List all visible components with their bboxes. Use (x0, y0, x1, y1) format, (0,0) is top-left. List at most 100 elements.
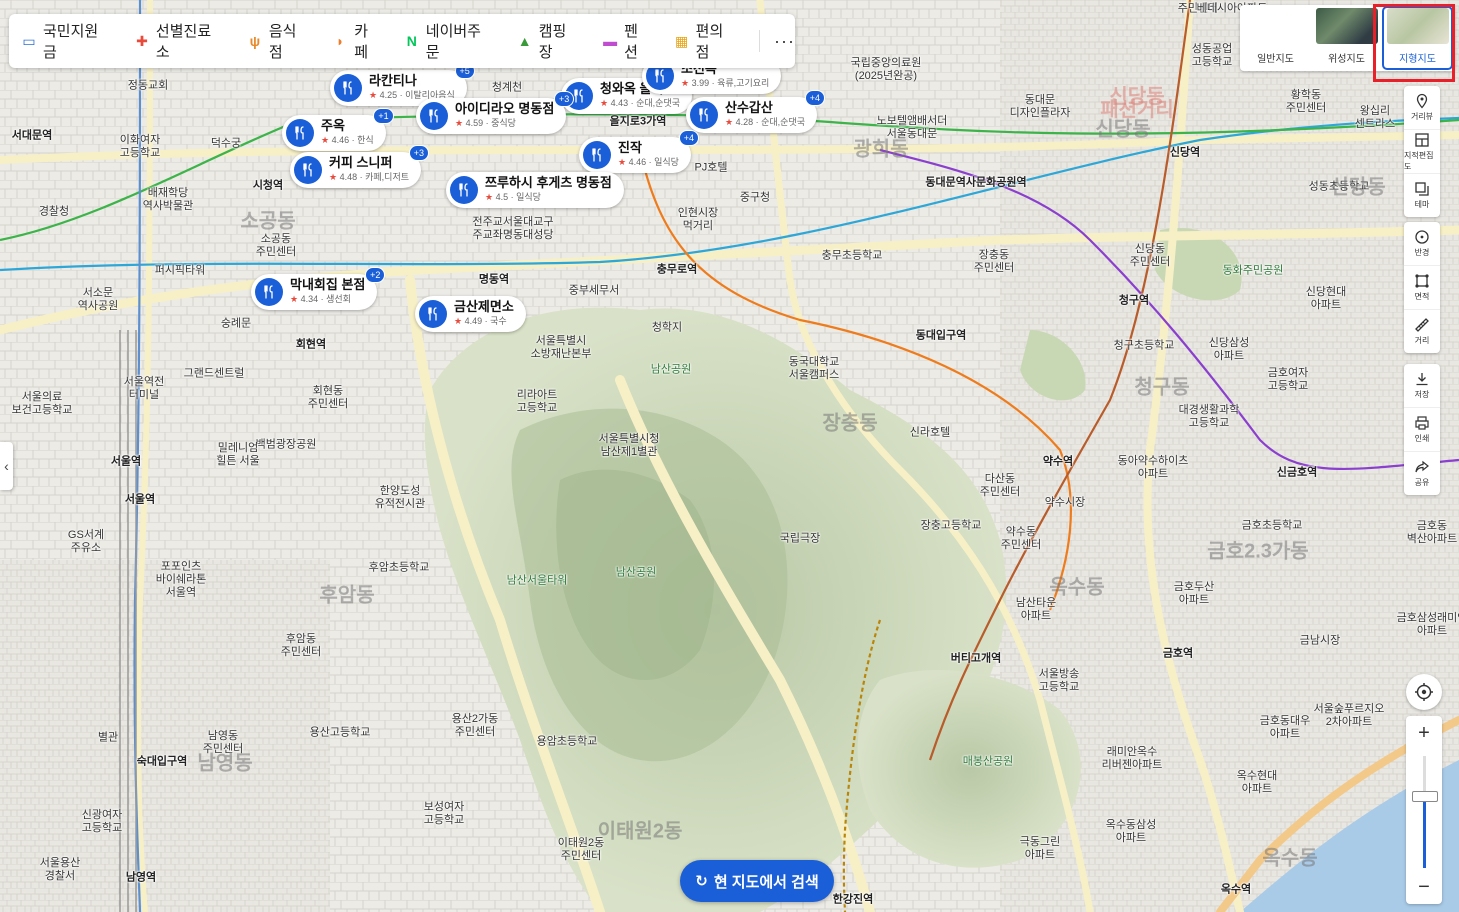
print-button[interactable]: 인쇄 (1404, 408, 1440, 452)
map-label-myeongdong[interactable]: 명동역 (479, 274, 509, 287)
zoom-out-button[interactable]: − (1406, 870, 1442, 904)
map-label-millennium: 밀레니엄 힐튼 서울 (216, 442, 260, 467)
category-medical-pin[interactable]: ✚ 선별진료소 (134, 20, 225, 62)
map-label-dongdaeipgu[interactable]: 동대입구역 (916, 330, 967, 343)
chevron-left-icon: ‹ (4, 458, 9, 474)
map-label-geumho-dusan: 금호두산 아파트 (1173, 581, 1215, 606)
area-button[interactable]: 면적 (1404, 266, 1440, 310)
map-label-namyeong[interactable]: 남영역 (126, 872, 156, 885)
restaurant-marker[interactable]: 산수갑산 ★ 4.28 · 순대,순댓국 +4 (686, 90, 826, 133)
star-icon: ★ (329, 172, 338, 182)
map-label-sinkeumho[interactable]: 신금호역 (1277, 467, 1317, 480)
restaurant-marker[interactable]: 금산제면소 ★ 4.49 · 국수 (415, 296, 526, 332)
tent-icon: ▲ (517, 33, 532, 49)
map-label-geumho[interactable]: 금호역 (1163, 648, 1193, 661)
category-coffee-cup[interactable]: ◗ 카페 (332, 20, 382, 62)
map-label-geumho-daewoo: 금호동대우 아파트 (1259, 715, 1311, 740)
map-label-ddp-station[interactable]: 동대문역사문화공원역 (925, 177, 1026, 190)
map-type-label: 일반지도 (1257, 54, 1294, 65)
restaurant-rating: ★ 4.5 · 일식당 (485, 192, 541, 202)
radius-button[interactable]: 반경 (1404, 222, 1440, 266)
category-store[interactable]: ▦ 편의점 (674, 20, 737, 62)
download-icon (1416, 373, 1428, 386)
map-label-yongsan-hs: 용산고등학교 (309, 726, 371, 739)
map-label-geumho-elem: 금호초등학교 (1241, 519, 1303, 532)
panel-toggle-button[interactable]: ‹ (0, 442, 13, 490)
category-label: 국민지원금 (42, 23, 99, 61)
toolbar-label: 지적편집도 (1404, 150, 1434, 171)
restaurant-marker[interactable]: 막내회집 본점 ★ 4.34 · 생선회 +2 (251, 267, 386, 310)
category-wallet[interactable]: ▭ 국민지원금 (21, 20, 112, 62)
map-label-itaewon: 이태원2동 (597, 820, 683, 843)
restaurant-marker[interactable]: 쯔루하시 후게츠 명동점 ★ 4.5 · 일식당 (446, 172, 624, 208)
share-button[interactable]: 공유 (1404, 452, 1440, 495)
map-label-cityhall[interactable]: 시청역 (253, 180, 283, 193)
map-label-riarate: 리라아트 고등학교 (516, 389, 558, 414)
map-label-grand: 그랜드센트럴 (183, 367, 245, 380)
cluster-count-badge: +4 (678, 130, 699, 146)
map-label-seoul-med: 서울의료 보건고등학교 (11, 391, 73, 416)
map-label-jeongdong: 정동교회 (127, 79, 169, 92)
map-label-sookmyung[interactable]: 숙대입구역 (137, 756, 188, 769)
map-label-jungbu-tax: 중부세무서 (568, 284, 620, 297)
map-label-oksu-samsung: 옥수동삼성 아파트 (1105, 819, 1157, 844)
map-label-jangchungdong-center: 장충동 주민센터 (973, 249, 1015, 274)
map-label-ddp: 동대문 디자인플라자 (1009, 94, 1071, 119)
restaurant-rating: ★ 4.48 · 카페,디저트 (329, 172, 410, 182)
map-label-beotigogae[interactable]: 버티고개역 (951, 653, 1002, 666)
restaurant-marker[interactable]: 아이디라오 명동점 ★ 4.59 · 중식당 +3 (416, 91, 575, 134)
terrain-map[interactable]: 정동교회 서대문역 이화여자 고등학교 덕수궁 시청역 배재학당 역사박물관 경찰청 소공동 … (0, 0, 1459, 912)
map-label-hoehyeon[interactable]: 회현역 (296, 339, 326, 352)
map-label-yaksu-market: 약수시장 (1044, 496, 1086, 509)
map-label-yongsan-police: 서울용산 경찰서 (39, 857, 81, 882)
zoom-control: + − (1406, 716, 1442, 904)
map-label-hangangjin[interactable]: 한강진역 (833, 894, 873, 907)
category-naver-n[interactable]: N 네이버주문 (404, 20, 495, 62)
restaurant-marker[interactable]: 주옥 ★ 4.46 · 한식 +1 (282, 108, 394, 151)
map-label-euljiro3ga[interactable]: 을지로3가역 (610, 116, 667, 129)
category-bed[interactable]: ▬ 펜션 (602, 20, 652, 62)
category-fork-knife[interactable]: ψ 음식점 (247, 20, 310, 62)
map-label-cheonggu[interactable]: 청구역 (1119, 295, 1149, 308)
category-label: 음식점 (268, 23, 297, 61)
map-label-wangsimni: 왕십리 센트라스 (1354, 105, 1396, 130)
map-type-normal[interactable]: 일반지도 (1242, 8, 1309, 68)
map-label-chungmuro[interactable]: 충무로역 (657, 264, 697, 277)
zoom-slider-handle[interactable] (1412, 791, 1438, 803)
theme-button[interactable]: 테마 (1404, 174, 1440, 217)
save-button[interactable]: 저장 (1404, 364, 1440, 408)
map-label-cheonggudong: 청구동 (1134, 376, 1190, 399)
rating-value: 4.28 (735, 117, 754, 127)
map-type-switcher: 일반지도 위성지도 지형지도 (1240, 5, 1455, 71)
cluster-count-badge: +3 (554, 91, 575, 107)
map-label-baejae: 배재학당 역사박물관 (142, 187, 194, 212)
map-label-sindang-samsung: 신당삼성 아파트 (1208, 337, 1250, 362)
more-categories-button[interactable]: ··· (774, 31, 795, 52)
map-label-oksu[interactable]: 옥수역 (1221, 884, 1251, 897)
current-location-button[interactable] (1406, 674, 1442, 710)
cadastral-map-icon (1415, 132, 1429, 147)
zoom-in-button[interactable]: + (1406, 716, 1442, 750)
restaurant-marker[interactable]: 진작 ★ 4.46 · 일식당 +4 (579, 130, 699, 173)
search-this-area-button[interactable]: ↻ 현 지도에서 검색 (680, 860, 834, 902)
map-label-yaksu[interactable]: 약수역 (1043, 456, 1073, 469)
restaurant-category: 중식당 (491, 118, 516, 128)
street-view-button[interactable]: 거리뷰 (1404, 86, 1440, 130)
cadastral-map-button[interactable]: 지적편집도 (1404, 130, 1440, 174)
category-label: 펜션 (624, 23, 638, 61)
map-label-sindang-sta[interactable]: 신당역 (1170, 147, 1200, 160)
map-type-satellite[interactable]: 위성지도 (1313, 8, 1380, 68)
map-label-seoulyeok[interactable]: 서울역 (111, 456, 141, 469)
map-type-terrain[interactable]: 지형지도 (1382, 6, 1453, 70)
restaurant-name: 쯔루하시 후게츠 명동점 (485, 175, 612, 190)
map-label-seodaemun[interactable]: 서대문역 (12, 130, 52, 143)
restaurant-category: 일식당 (654, 157, 679, 167)
distance-button[interactable]: 거리 (1404, 310, 1440, 353)
map-label-nobotel: 노보텔앰배서더 서울동대문 (876, 115, 948, 140)
restaurant-name: 막내회집 본점 (290, 277, 366, 292)
category-tent[interactable]: ▲ 캠핑장 (517, 20, 580, 62)
map-label-oksudong: 옥수동 (1262, 847, 1318, 870)
restaurant-marker[interactable]: 커피 스니퍼 ★ 4.48 · 카페,디저트 +3 (290, 145, 430, 188)
map-label-seoulyeok2[interactable]: 서울역 (125, 494, 155, 507)
print-icon (1415, 416, 1429, 430)
